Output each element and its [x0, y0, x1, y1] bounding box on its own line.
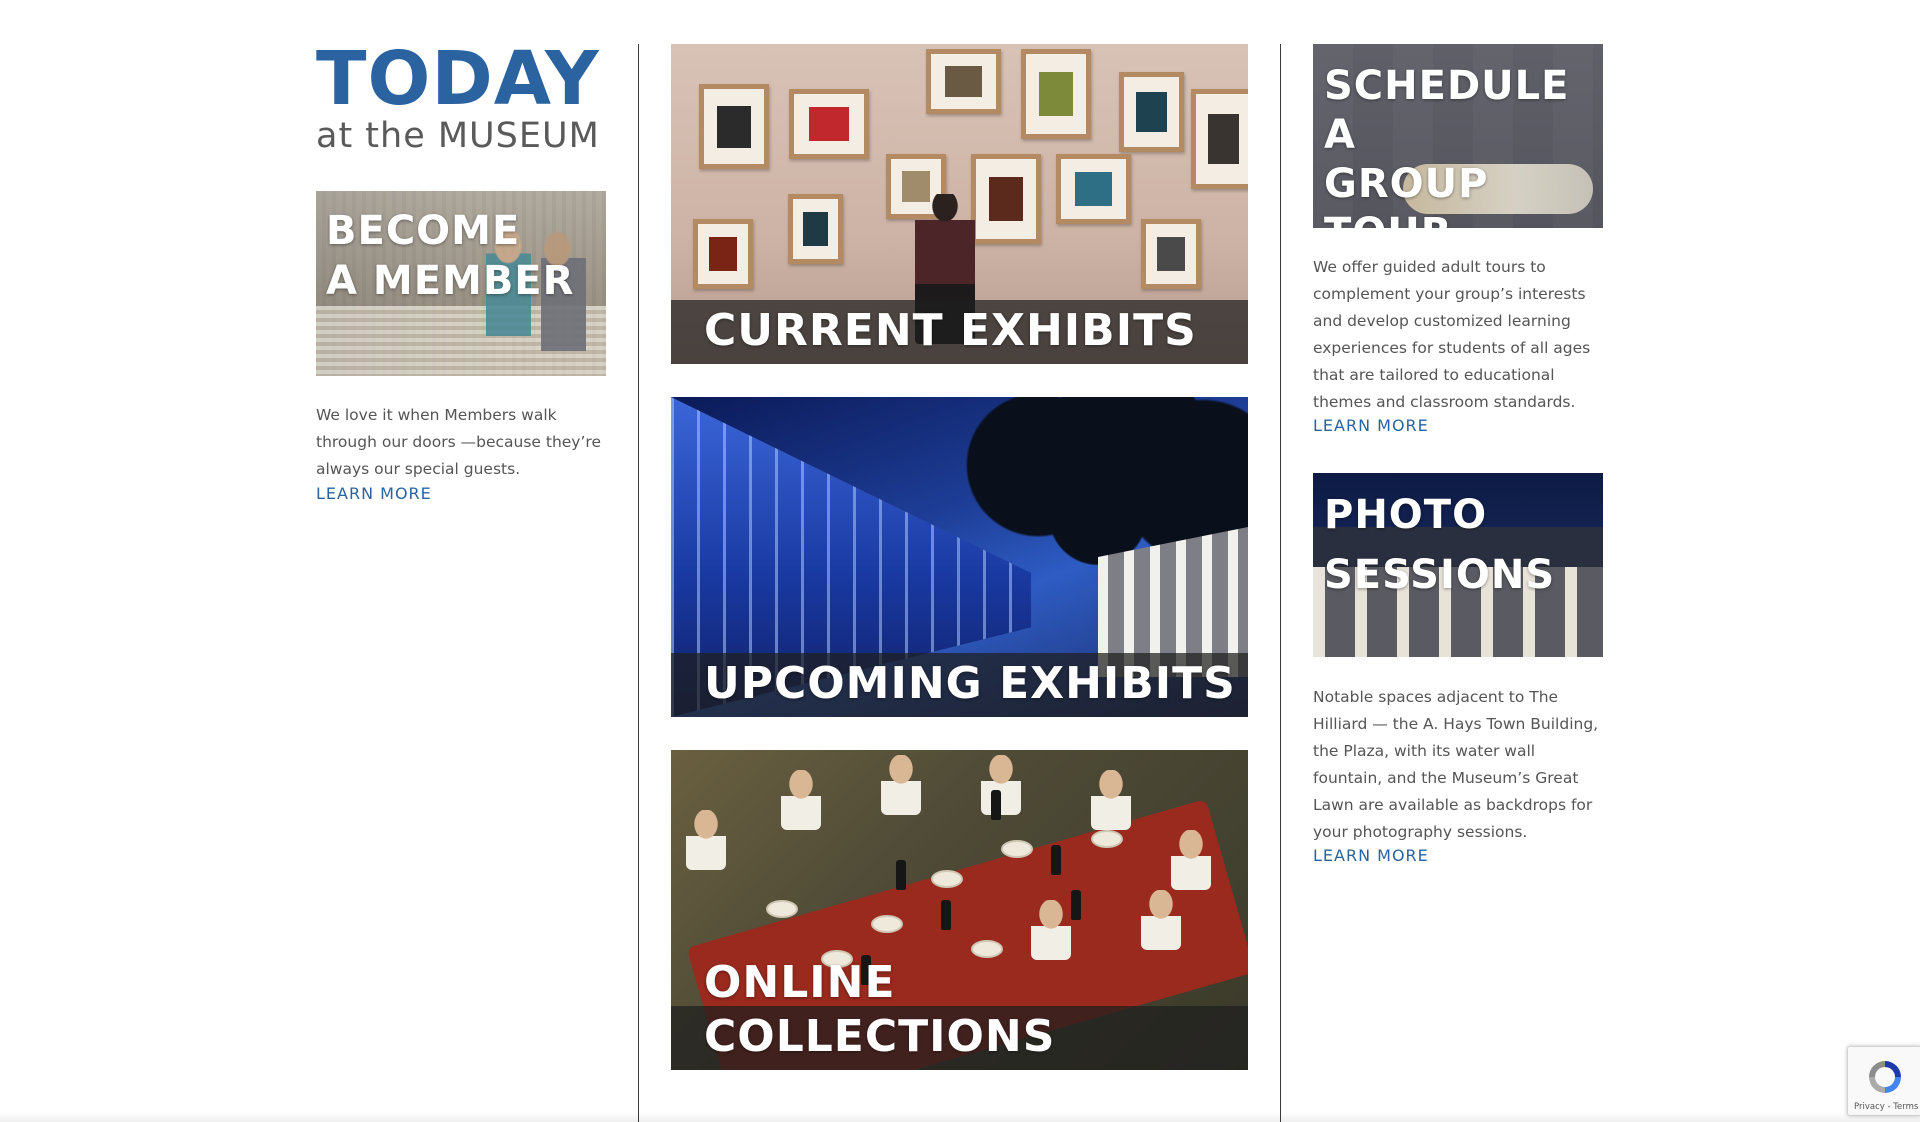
photo-sessions-learn-more-link[interactable]: LEARN MORE [1313, 846, 1429, 865]
diner-figure [781, 770, 821, 830]
plate [931, 870, 963, 888]
current-exhibits-label: CURRENT EXHIBITS [704, 305, 1197, 356]
tile-title-line: A MEMBER [326, 258, 575, 304]
artwork [945, 66, 982, 97]
diner-figure [1091, 770, 1131, 830]
artwork [1157, 237, 1185, 271]
diner-figure [981, 755, 1021, 815]
group-tour-tile[interactable]: SCHEDULE A GROUP TOUR [1313, 44, 1603, 228]
framed-artwork [1191, 89, 1248, 189]
photo-sessions-description: Notable spaces adjacent to The Hilliard … [1313, 688, 1599, 841]
page-subtitle: at the MUSEUM [316, 116, 600, 156]
group-tour-description: We offer guided adult tours to complemen… [1313, 258, 1591, 411]
tile-title-line: SCHEDULE A [1324, 63, 1570, 158]
recaptcha-links[interactable]: Privacy - Terms [1854, 1102, 1918, 1112]
online-collections-tile[interactable]: ONLINE COLLECTIONS [671, 750, 1248, 1070]
bottom-shade [0, 1112, 1920, 1122]
framed-artwork [788, 194, 843, 264]
artwork [1208, 113, 1239, 165]
online-collections-label: ONLINE COLLECTIONS [704, 957, 1056, 1062]
framed-artwork [693, 219, 753, 289]
artwork [709, 237, 737, 271]
framed-artwork [1119, 72, 1184, 152]
tile-title-line: TOUR [1324, 209, 1603, 228]
artwork [1136, 92, 1167, 132]
upcoming-exhibits-label: UPCOMING EXHIBITS [704, 658, 1236, 709]
artwork [989, 176, 1023, 222]
diner-figure [686, 810, 726, 870]
museum-heading: TODAY at the MUSEUM [316, 42, 606, 156]
artwork [1075, 172, 1112, 206]
page: TODAY at the MUSEUM BECOME A MEMBER We l… [0, 0, 1920, 1122]
photo-sessions-tile[interactable]: PHOTO SESSIONS [1313, 473, 1603, 657]
wine-bottle [1051, 845, 1061, 875]
diner-figure [881, 755, 921, 815]
artwork [1039, 71, 1073, 117]
column-divider [638, 44, 639, 1122]
tile-title-line: PHOTO [1324, 492, 1488, 538]
become-member-tile[interactable]: BECOME A MEMBER [316, 191, 606, 376]
recaptcha-badge[interactable]: Privacy - Terms [1847, 1046, 1920, 1116]
artwork [717, 105, 751, 148]
wine-bottle [896, 860, 906, 890]
framed-artwork [926, 49, 1001, 114]
wine-bottle [1071, 890, 1081, 920]
upcoming-exhibits-tile[interactable]: UPCOMING EXHIBITS [671, 397, 1248, 717]
column-divider [1280, 44, 1281, 1122]
group-tour-learn-more-link[interactable]: LEARN MORE [1313, 416, 1429, 435]
framed-artwork [1056, 154, 1131, 224]
plate [766, 900, 798, 918]
wine-bottle [991, 790, 1001, 820]
group-tour-tile-title: SCHEDULE A GROUP TOUR [1324, 62, 1603, 228]
framed-artwork [1141, 219, 1201, 289]
member-learn-more-link[interactable]: LEARN MORE [316, 484, 432, 503]
tile-title-line: GROUP [1324, 161, 1489, 207]
photo-sessions-tile-title: PHOTO SESSIONS [1324, 485, 1555, 605]
member-description: We love it when Members walk through our… [316, 406, 601, 478]
current-exhibits-tile[interactable]: CURRENT EXHIBITS [671, 44, 1248, 364]
become-member-tile-title: BECOME A MEMBER [326, 206, 574, 306]
diner-figure [1141, 890, 1181, 950]
plate [1091, 830, 1123, 848]
tile-title-line: BECOME [326, 208, 521, 254]
framed-artwork [1021, 49, 1091, 139]
wine-bottle [941, 900, 951, 930]
plate [1001, 840, 1033, 858]
plate [871, 915, 903, 933]
framed-artwork [789, 89, 869, 159]
recaptcha-icon [1869, 1061, 1901, 1093]
page-title: TODAY [316, 36, 600, 122]
framed-artwork [699, 84, 769, 169]
diner-figure [1031, 900, 1071, 960]
framed-artwork [971, 154, 1041, 244]
artwork [802, 212, 829, 246]
artwork [809, 107, 849, 141]
diner-figure [1171, 830, 1211, 890]
tile-title-line: SESSIONS [1324, 552, 1556, 598]
